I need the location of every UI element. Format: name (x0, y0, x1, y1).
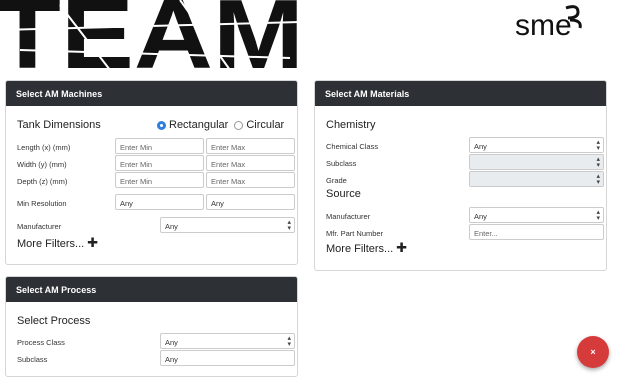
material-manufacturer-label: Manufacturer (326, 212, 371, 221)
machines-more-filters[interactable]: More Filters... ✚ (17, 235, 98, 251)
material-manufacturer-value: Any (474, 212, 487, 221)
machine-manufacturer-value: Any (165, 222, 178, 231)
machine-manufacturer-select[interactable]: Any ▴ ▾ (160, 217, 295, 233)
length-label: Length (x) (mm) (17, 143, 71, 152)
depth-max-input[interactable]: Enter Max (206, 172, 295, 188)
chemical-class-label: Chemical Class (326, 142, 379, 151)
materials-panel: Select AM Materials Chemistry Chemical C… (314, 80, 607, 271)
team-logo: TEAM (0, 0, 300, 70)
process-subclass-input[interactable]: Any (160, 350, 295, 366)
process-panel-header: Select AM Process (6, 277, 297, 302)
machines-panel-header: Select AM Machines (6, 81, 297, 106)
length-max-input[interactable]: Enter Max (206, 138, 295, 154)
tank-dimensions-title: Tank Dimensions (17, 119, 101, 131)
width-min-input[interactable]: Enter Min (115, 155, 204, 171)
select-caret-icon: ▴ ▾ (596, 156, 600, 169)
select-caret-icon: ▴ ▾ (596, 139, 600, 152)
material-subclass-select[interactable]: ▴ ▾ (469, 154, 604, 170)
process-class-label: Process Class (17, 338, 65, 347)
rectangular-radio[interactable] (157, 120, 166, 130)
material-manufacturer-select[interactable]: Any ▴ ▾ (469, 207, 604, 223)
machines-panel: Select AM Machines Tank Dimensions Recta… (5, 80, 298, 265)
select-caret-icon: ▴ ▾ (596, 173, 600, 186)
select-caret-icon: ▴ ▾ (287, 335, 291, 348)
select-caret-icon: ▴ ▾ (287, 219, 291, 232)
select-process-title: Select Process (17, 315, 91, 327)
source-title: Source (326, 188, 361, 200)
min-resolution-max-input[interactable]: Any (206, 194, 295, 210)
chemical-class-select[interactable]: Any ▴ ▾ (469, 137, 604, 153)
chemistry-title: Chemistry (326, 119, 376, 131)
min-resolution-min-input[interactable]: Any (115, 194, 204, 210)
material-subclass-label: Subclass (326, 159, 357, 168)
svg-text:sme: sme (515, 9, 572, 40)
materials-more-filters[interactable]: More Filters... ✚ (326, 240, 407, 256)
circular-radio[interactable] (234, 120, 244, 130)
materials-more-filters-label: More Filters... (326, 243, 394, 255)
depth-min-input[interactable]: Enter Min (115, 172, 204, 188)
process-class-value: Any (165, 338, 178, 347)
select-caret-icon: ▴ ▾ (596, 209, 600, 222)
grade-select[interactable]: ▴ ▾ (469, 171, 604, 187)
machines-more-filters-label: More Filters... (17, 238, 85, 250)
length-min-input[interactable]: Enter Min (115, 138, 204, 154)
close-icon: × (590, 347, 596, 357)
depth-label: Depth (z) (mm) (17, 177, 68, 186)
rectangular-radio-label[interactable]: Rectangular (169, 119, 228, 131)
part-number-label: Mfr. Part Number (326, 229, 384, 238)
svg-text:TEAM: TEAM (0, 0, 300, 70)
process-subclass-label: Subclass (17, 355, 48, 364)
close-button[interactable]: × (577, 336, 609, 368)
machine-manufacturer-label: Manufacturer (17, 222, 62, 231)
plus-icon: ✚ (87, 235, 99, 250)
chemical-class-value: Any (474, 142, 487, 151)
circular-radio-label[interactable]: Circular (246, 119, 284, 131)
part-number-input[interactable]: Enter... (469, 224, 604, 240)
plus-icon: ✚ (396, 240, 408, 255)
tank-shape-radio-group: Rectangular Circular (157, 119, 284, 131)
process-class-select[interactable]: Any ▴ ▾ (160, 333, 295, 349)
grade-label: Grade (326, 176, 347, 185)
process-panel: Select AM Process Select Process Process… (5, 276, 298, 377)
width-label: Width (y) (mm) (17, 160, 67, 169)
width-max-input[interactable]: Enter Max (206, 155, 295, 171)
sme-logo: sme (514, 2, 584, 42)
materials-panel-header: Select AM Materials (315, 81, 606, 106)
min-resolution-label: Min Resolution (17, 199, 67, 208)
